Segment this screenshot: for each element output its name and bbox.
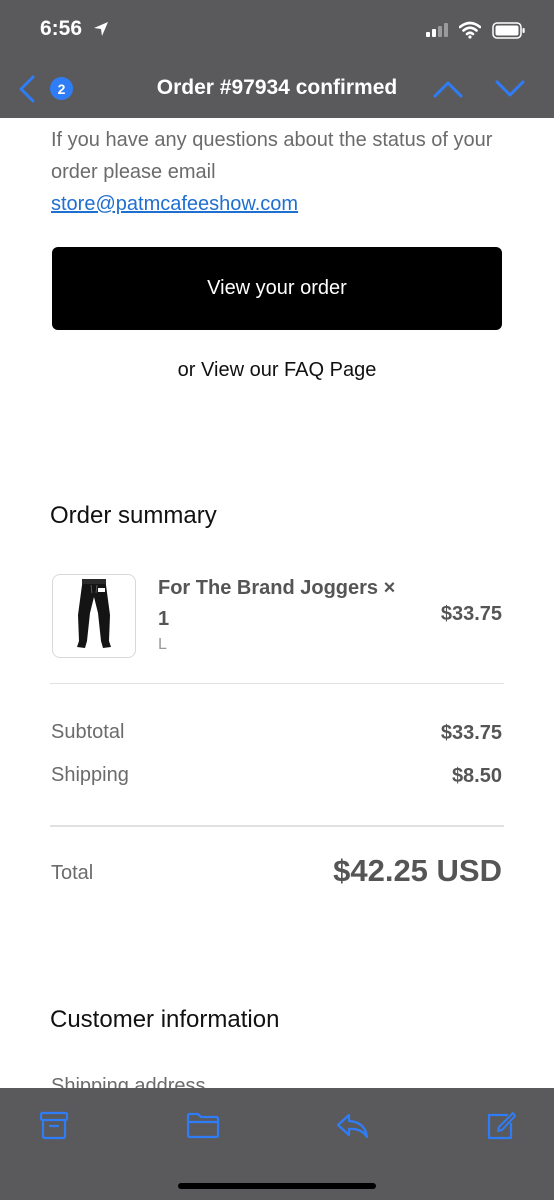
chevron-up-icon[interactable] (432, 78, 464, 100)
subtotal-label: Subtotal (51, 721, 125, 743)
cellular-signal-icon (426, 23, 448, 37)
customer-info-title: Customer information (50, 1006, 280, 1033)
status-time: 6:56 (40, 17, 83, 40)
reply-icon[interactable] (334, 1110, 370, 1140)
totals-divider (50, 825, 504, 827)
contact-email-link[interactable]: store@patmcafeeshow.com (51, 193, 298, 215)
total-value: $42.25 USD (333, 853, 502, 888)
intro-text: If you have any questions about the stat… (51, 129, 493, 183)
item-variant: L (158, 636, 167, 653)
faq-prefix: or (177, 359, 196, 381)
location-arrow-icon (94, 22, 108, 36)
joggers-image (77, 579, 111, 648)
wifi-icon (459, 21, 481, 39)
view-order-button[interactable]: View your order (52, 247, 502, 330)
folder-icon[interactable] (185, 1110, 221, 1140)
home-indicator (178, 1183, 376, 1189)
battery-icon (492, 22, 525, 39)
item-name: For The Brand Joggers × 1 (158, 577, 396, 630)
item-price: $33.75 (440, 603, 502, 625)
order-summary-title: Order summary (50, 502, 217, 529)
compose-icon[interactable] (484, 1110, 516, 1142)
shipping-value: $8.50 (451, 765, 502, 787)
nav-title: Order #97934 confirmed (156, 76, 398, 99)
archive-icon[interactable] (38, 1110, 70, 1140)
intro-paragraph: If you have any questions about the stat… (51, 124, 511, 220)
faq-link[interactable]: View our FAQ Page (201, 359, 376, 381)
shipping-label: Shipping (51, 764, 129, 786)
total-label: Total (51, 862, 94, 884)
chevron-down-icon[interactable] (494, 78, 526, 100)
faq-line: or View our FAQ Page (0, 359, 554, 382)
subtotal-value: $33.75 (440, 722, 502, 744)
top-bar (0, 0, 554, 118)
item-divider (50, 683, 504, 684)
product-thumbnail (52, 574, 136, 658)
